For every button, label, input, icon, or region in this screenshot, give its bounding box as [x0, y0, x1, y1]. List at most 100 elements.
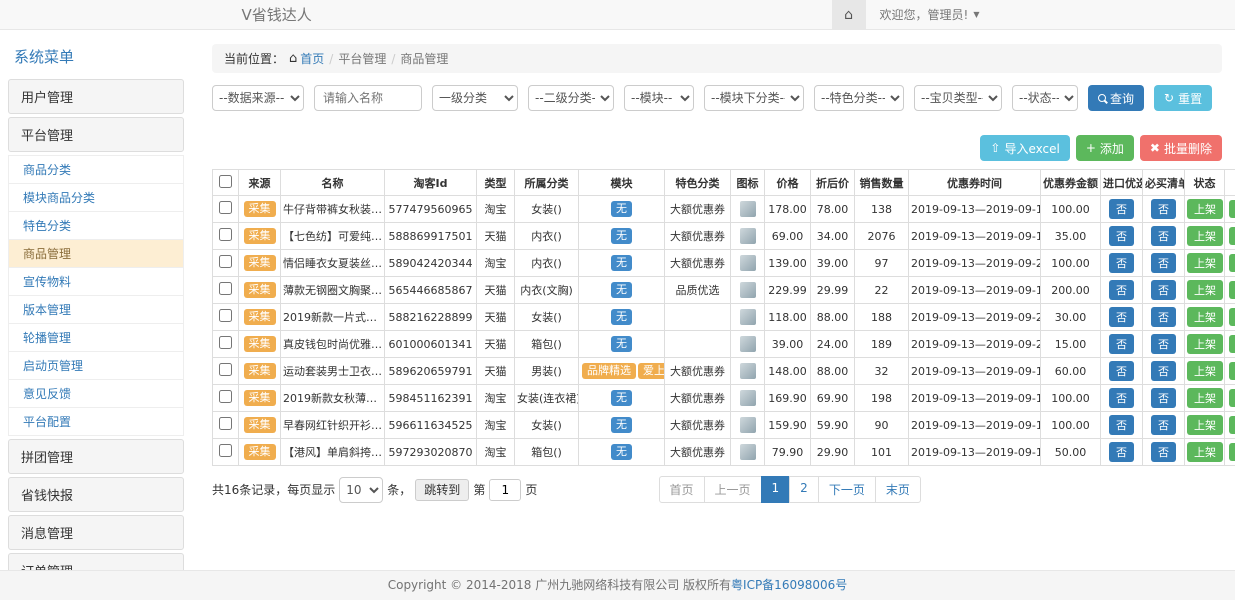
category-cell: 女装()	[515, 196, 579, 223]
status-button[interactable]: 上架	[1187, 253, 1223, 273]
row-checkbox[interactable]	[219, 417, 232, 430]
sidebar-item-platform-management[interactable]: 平台管理	[8, 117, 184, 152]
status-button[interactable]: 上架	[1187, 199, 1223, 219]
import-toggle-button[interactable]: 否	[1109, 226, 1134, 246]
import-excel-button[interactable]: ⇧ 导入excel	[980, 135, 1069, 161]
import-toggle-button[interactable]: 否	[1109, 253, 1134, 273]
status-button[interactable]: 上架	[1187, 415, 1223, 435]
mustbuy-toggle-button[interactable]: 否	[1151, 388, 1176, 408]
mustbuy-toggle-button[interactable]: 否	[1151, 361, 1176, 381]
submenu-item-product-category[interactable]: 商品分类	[8, 155, 184, 184]
icp-link[interactable]: 粤ICP备16098006号	[731, 578, 847, 592]
edit-button[interactable]: ✎	[1229, 200, 1235, 218]
import-toggle-button[interactable]: 否	[1109, 388, 1134, 408]
breadcrumb-item-product[interactable]: 商品管理	[400, 50, 448, 67]
jump-button[interactable]: 跳转到	[415, 479, 469, 501]
submenu-item-feedback[interactable]: 意见反馈	[8, 380, 184, 408]
pager-item-5[interactable]: 末页	[875, 476, 921, 503]
search-button[interactable]: 查询	[1088, 85, 1144, 111]
submenu-item-special-category[interactable]: 特色分类	[8, 212, 184, 240]
mustbuy-toggle-button[interactable]: 否	[1151, 226, 1176, 246]
edit-button[interactable]: ✎	[1229, 254, 1235, 272]
user-menu[interactable]: 欢迎您，管理员! ▼	[866, 6, 994, 23]
sidebar-item-saving-news[interactable]: 省钱快报	[8, 477, 184, 512]
import-toggle-button[interactable]: 否	[1109, 361, 1134, 381]
mustbuy-toggle-button[interactable]: 否	[1151, 253, 1176, 273]
row-checkbox[interactable]	[219, 336, 232, 349]
pager-item-1[interactable]: 上一页	[704, 476, 762, 503]
status-button[interactable]: 上架	[1187, 334, 1223, 354]
mustbuy-toggle-button[interactable]: 否	[1151, 415, 1176, 435]
submenu-item-platform-config[interactable]: 平台配置	[8, 408, 184, 436]
mustbuy-toggle-button[interactable]: 否	[1151, 442, 1176, 462]
import-toggle-button[interactable]: 否	[1109, 307, 1134, 327]
row-checkbox[interactable]	[219, 390, 232, 403]
category-cell: 内衣()	[515, 223, 579, 250]
module-subcategory-select[interactable]: --模块下分类--	[704, 85, 804, 111]
mustbuy-toggle-button[interactable]: 否	[1151, 199, 1176, 219]
sidebar-item-message-management[interactable]: 消息管理	[8, 515, 184, 550]
sidebar-item-user-management[interactable]: 用户管理	[8, 79, 184, 114]
select-all-checkbox[interactable]	[219, 175, 232, 188]
pager-item-2[interactable]: 1	[761, 476, 791, 503]
import-toggle-button[interactable]: 否	[1109, 334, 1134, 354]
pager-item-4[interactable]: 下一页	[818, 476, 876, 503]
import-toggle-button[interactable]: 否	[1109, 442, 1134, 462]
level1-category-select[interactable]: 一级分类	[432, 85, 518, 111]
row-checkbox[interactable]	[219, 444, 232, 457]
mustbuy-toggle-button[interactable]: 否	[1151, 307, 1176, 327]
import-toggle-button[interactable]: 否	[1109, 199, 1134, 219]
special-category-select[interactable]: --特色分类--	[814, 85, 904, 111]
home-icon: ⌂	[289, 51, 297, 66]
pager-item-0[interactable]: 首页	[659, 476, 705, 503]
submenu-item-carousel-management[interactable]: 轮播管理	[8, 324, 184, 352]
submenu-item-splash-management[interactable]: 启动页管理	[8, 352, 184, 380]
sidebar-item-order-management[interactable]: 订单管理	[8, 553, 184, 570]
submenu-item-version-management[interactable]: 版本管理	[8, 296, 184, 324]
row-checkbox[interactable]	[219, 282, 232, 295]
breadcrumb-item-platform[interactable]: 平台管理	[338, 50, 386, 67]
import-toggle-button[interactable]: 否	[1109, 415, 1134, 435]
edit-button[interactable]: ✎	[1229, 389, 1235, 407]
submenu-item-module-product-category[interactable]: 模块商品分类	[8, 184, 184, 212]
breadcrumb-home-link[interactable]: ⌂ 首页	[289, 50, 324, 67]
edit-button[interactable]: ✎	[1229, 362, 1235, 380]
row-checkbox[interactable]	[219, 201, 232, 214]
per-page-select[interactable]: 10	[339, 477, 383, 503]
sidebar-item-group-buy[interactable]: 拼团管理	[8, 439, 184, 474]
level2-category-select[interactable]: --二级分类--	[528, 85, 614, 111]
import-toggle-button[interactable]: 否	[1109, 280, 1134, 300]
status-button[interactable]: 上架	[1187, 388, 1223, 408]
status-button[interactable]: 上架	[1187, 361, 1223, 381]
status-button[interactable]: 上架	[1187, 307, 1223, 327]
module-select[interactable]: --模块--	[624, 85, 694, 111]
edit-button[interactable]: ✎	[1229, 416, 1235, 434]
edit-button[interactable]: ✎	[1229, 335, 1235, 353]
special-category-cell: 品质优选	[665, 277, 731, 304]
pager-item-3[interactable]: 2	[789, 476, 819, 503]
mustbuy-toggle-button[interactable]: 否	[1151, 280, 1176, 300]
edit-button[interactable]: ✎	[1229, 308, 1235, 326]
home-button[interactable]: ⌂	[832, 0, 866, 29]
row-checkbox[interactable]	[219, 363, 232, 376]
edit-button[interactable]: ✎	[1229, 227, 1235, 245]
reset-button[interactable]: ↻ 重置	[1154, 85, 1212, 111]
batch-delete-button[interactable]: ✖ 批量删除	[1140, 135, 1222, 161]
name-search-input[interactable]	[314, 85, 422, 111]
status-select[interactable]: --状态--	[1012, 85, 1078, 111]
status-button[interactable]: 上架	[1187, 442, 1223, 462]
status-button[interactable]: 上架	[1187, 280, 1223, 300]
row-checkbox[interactable]	[219, 309, 232, 322]
row-checkbox[interactable]	[219, 228, 232, 241]
jump-page-input[interactable]	[489, 479, 521, 501]
row-checkbox[interactable]	[219, 255, 232, 268]
data-source-select[interactable]: --数据来源--	[212, 85, 304, 111]
edit-button[interactable]: ✎	[1229, 281, 1235, 299]
status-button[interactable]: 上架	[1187, 226, 1223, 246]
add-button[interactable]: + 添加	[1076, 135, 1134, 161]
item-type-select[interactable]: --宝贝类型--	[914, 85, 1002, 111]
submenu-item-product-management[interactable]: 商品管理	[8, 240, 184, 268]
mustbuy-toggle-button[interactable]: 否	[1151, 334, 1176, 354]
edit-button[interactable]: ✎	[1229, 443, 1235, 461]
submenu-item-promo-materials[interactable]: 宣传物料	[8, 268, 184, 296]
